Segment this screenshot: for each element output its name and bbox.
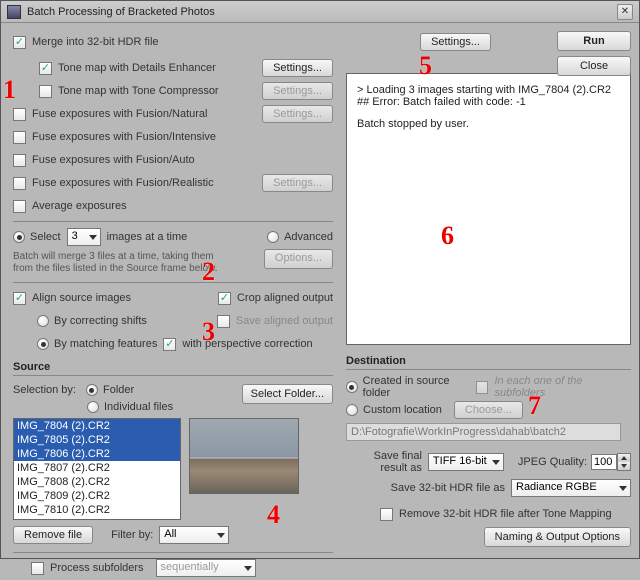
destination-path-input: D:\Fotografie\WorkInProgress\dahab\batch… (346, 423, 621, 441)
created-in-source-radio[interactable] (346, 381, 358, 393)
remove-32bit-label: Remove 32-bit HDR file after Tone Mappin… (399, 508, 612, 520)
select-images-radio[interactable] (13, 231, 25, 243)
filter-select[interactable]: All (159, 526, 229, 544)
log-line: ## Error: Batch failed with code: -1 (357, 96, 624, 108)
custom-location-radio[interactable] (346, 404, 358, 416)
process-subfolders-checkbox[interactable] (31, 562, 44, 575)
crop-aligned-label: Crop aligned output (237, 292, 333, 304)
tone-compressor-checkbox[interactable] (39, 85, 52, 98)
preview-image (189, 418, 299, 494)
selection-by-label: Selection by: (13, 384, 76, 396)
advanced-label: Advanced (284, 231, 333, 243)
fusion-realistic-label: Fuse exposures with Fusion/Realistic (32, 177, 214, 189)
jpeg-quality-label: JPEG Quality: (518, 456, 587, 468)
advanced-radio[interactable] (267, 231, 279, 243)
save-final-select[interactable]: TIFF 16-bit (428, 453, 504, 471)
subfolder-mode-select: sequentially (156, 559, 256, 577)
crop-aligned-checkbox[interactable]: ✓ (218, 292, 231, 305)
app-icon (7, 5, 21, 19)
perspective-checkbox[interactable]: ✓ (163, 338, 176, 351)
custom-location-label: Custom location (363, 404, 442, 416)
options-button: Options... (264, 249, 333, 269)
merge-hdr-label: Merge into 32-bit HDR file (32, 36, 159, 48)
tone-compressor-label: Tone map with Tone Compressor (58, 85, 219, 97)
annotation-1: 1 (3, 75, 16, 105)
list-item[interactable]: IMG_7805 (2).CR2 (14, 433, 180, 447)
correcting-shifts-label: By correcting shifts (54, 315, 147, 327)
select-folder-button[interactable]: Select Folder... (242, 384, 333, 404)
fusion-intensive-label: Fuse exposures with Fusion/Intensive (32, 131, 216, 143)
annotation-2: 2 (202, 257, 215, 287)
list-item[interactable]: IMG_7806 (2).CR2 (14, 447, 180, 461)
fusion-natural-settings-button: Settings... (262, 105, 333, 123)
folder-label: Folder (103, 384, 134, 396)
average-exposures-checkbox[interactable] (13, 200, 26, 213)
file-list[interactable]: IMG_7804 (2).CR2 IMG_7805 (2).CR2 IMG_78… (13, 418, 181, 520)
matching-features-radio[interactable] (37, 338, 49, 350)
folder-radio[interactable] (86, 384, 98, 396)
each-subfolder-label: In each one of the subfolders (494, 375, 631, 399)
fusion-intensive-checkbox[interactable] (13, 131, 26, 144)
individual-files-label: Individual files (104, 401, 173, 413)
save-aligned-checkbox[interactable] (217, 315, 230, 328)
list-item[interactable]: IMG_7809 (2).CR2 (14, 489, 180, 503)
annotation-7: 7 (528, 391, 541, 421)
source-header: Source (13, 361, 333, 376)
average-exposures-label: Average exposures (32, 200, 127, 212)
fusion-realistic-settings-button: Settings... (262, 174, 333, 192)
destination-header: Destination (346, 355, 631, 370)
merge-hdr-checkbox[interactable]: ✓ (13, 36, 26, 49)
titlebar: Batch Processing of Bracketed Photos ✕ (1, 1, 639, 23)
log-output: > Loading 3 images starting with IMG_780… (346, 73, 631, 345)
align-source-label: Align source images (32, 292, 131, 304)
close-icon[interactable]: ✕ (617, 4, 633, 20)
details-settings-button[interactable]: Settings... (262, 59, 333, 77)
annotation-3: 3 (202, 317, 215, 347)
select-label: Select (30, 231, 61, 243)
save-32bit-select[interactable]: Radiance RGBE (511, 479, 631, 497)
save-32bit-label: Save 32-bit HDR file as (346, 482, 511, 494)
naming-output-button[interactable]: Naming & Output Options (484, 527, 631, 547)
save-final-label: Save final result as (346, 450, 428, 474)
choose-button: Choose... (454, 401, 523, 419)
log-line: Batch stopped by user. (357, 118, 624, 130)
details-enhancer-checkbox[interactable]: ✓ (39, 62, 52, 75)
log-line: > Loading 3 images starting with IMG_780… (357, 84, 624, 96)
jpeg-quality-input[interactable]: 100 (591, 454, 617, 470)
each-subfolder-checkbox (476, 381, 489, 394)
images-count-select[interactable]: 3 (67, 228, 101, 246)
list-item[interactable]: IMG_7808 (2).CR2 (14, 475, 180, 489)
jpeg-quality-spinner[interactable] (617, 453, 631, 471)
annotation-4: 4 (267, 500, 280, 530)
remove-file-button[interactable]: Remove file (13, 526, 93, 544)
created-in-source-label: Created in source folder (363, 375, 476, 399)
align-source-checkbox[interactable]: ✓ (13, 292, 26, 305)
window-title: Batch Processing of Bracketed Photos (27, 6, 617, 18)
compressor-settings-button: Settings... (262, 82, 333, 100)
list-item[interactable]: IMG_7810 (2).CR2 (14, 503, 180, 517)
images-at-time-label: images at a time (107, 231, 188, 243)
run-button[interactable]: Run (557, 31, 631, 51)
filter-by-label: Filter by: (111, 529, 153, 541)
annotation-5: 5 (419, 51, 432, 81)
list-item[interactable]: IMG_7807 (2).CR2 (14, 461, 180, 475)
close-button[interactable]: Close (557, 56, 631, 76)
save-aligned-label: Save aligned output (236, 315, 333, 327)
process-subfolders-label: Process subfolders (50, 562, 144, 574)
merge-hint: Batch will merge 3 files at a time, taki… (13, 251, 223, 275)
fusion-realistic-checkbox[interactable] (13, 177, 26, 190)
fusion-auto-checkbox[interactable] (13, 154, 26, 167)
annotation-6: 6 (441, 221, 454, 251)
fusion-natural-label: Fuse exposures with Fusion/Natural (32, 108, 207, 120)
correcting-shifts-radio[interactable] (37, 315, 49, 327)
details-enhancer-label: Tone map with Details Enhancer (58, 62, 216, 74)
fusion-auto-label: Fuse exposures with Fusion/Auto (32, 154, 195, 166)
individual-files-radio[interactable] (87, 401, 99, 413)
fusion-natural-checkbox[interactable] (13, 108, 26, 121)
list-item[interactable]: IMG_7804 (2).CR2 (14, 419, 180, 433)
remove-32bit-checkbox[interactable] (380, 508, 393, 521)
matching-features-label: By matching features (54, 338, 157, 350)
